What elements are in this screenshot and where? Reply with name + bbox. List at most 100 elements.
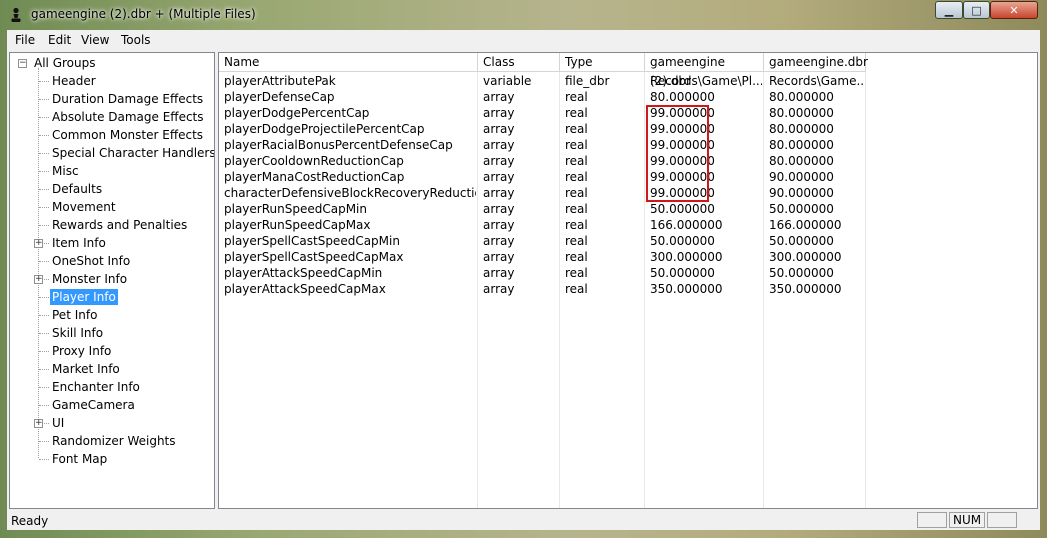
expand-icon[interactable]: +: [34, 239, 43, 248]
tree-item[interactable]: Absolute Damage Effects: [50, 109, 206, 125]
table-cell[interactable]: 166.000000: [650, 217, 762, 233]
table-cell[interactable]: playerSpellCastSpeedCapMax: [224, 249, 476, 265]
table-cell[interactable]: real: [565, 233, 643, 249]
maximize-button[interactable]: □: [963, 1, 990, 19]
expand-icon[interactable]: +: [34, 275, 43, 284]
record-table[interactable]: Name Class Type gameengine (2).dbr gameengin…: [218, 52, 1038, 509]
tree-item[interactable]: Duration Damage Effects: [50, 91, 205, 107]
table-cell[interactable]: 90.000000: [769, 169, 864, 185]
table-cell[interactable]: array: [483, 105, 558, 121]
tree-item[interactable]: Player Info: [50, 289, 118, 305]
table-cell[interactable]: playerCooldownReductionCap: [224, 153, 476, 169]
table-cell[interactable]: variable: [483, 73, 558, 89]
table-cell[interactable]: real: [565, 121, 643, 137]
tree-item[interactable]: Misc: [50, 163, 81, 179]
tree-item[interactable]: Skill Info: [50, 325, 105, 341]
tree-item[interactable]: OneShot Info: [50, 253, 132, 269]
table-cell[interactable]: array: [483, 265, 558, 281]
table-cell[interactable]: array: [483, 233, 558, 249]
table-cell[interactable]: playerDodgeProjectilePercentCap: [224, 121, 476, 137]
table-cell[interactable]: array: [483, 89, 558, 105]
table-cell[interactable]: array: [483, 185, 558, 201]
tree-item[interactable]: Item Info: [50, 235, 108, 251]
table-cell[interactable]: playerAttackSpeedCapMin: [224, 265, 476, 281]
tree-item[interactable]: Movement: [50, 199, 118, 215]
expand-icon[interactable]: +: [34, 419, 43, 428]
table-cell[interactable]: 350.000000: [769, 281, 864, 297]
menu-tools[interactable]: Tools: [121, 33, 151, 47]
table-cell[interactable]: 50.000000: [769, 265, 864, 281]
column-header[interactable]: gameengine (2).dbr: [645, 53, 764, 88]
table-cell[interactable]: real: [565, 217, 643, 233]
table-cell[interactable]: real: [565, 201, 643, 217]
table-cell[interactable]: 80.000000: [650, 89, 762, 105]
tree-item[interactable]: Special Character Handlers: [50, 145, 214, 161]
table-cell[interactable]: Records\Game\Pl...: [650, 73, 762, 89]
tree-item[interactable]: UI: [50, 415, 66, 431]
table-cell[interactable]: 350.000000: [650, 281, 762, 297]
table-cell[interactable]: characterDefensiveBlockRecoveryReduction…: [224, 185, 476, 201]
table-cell[interactable]: 50.000000: [769, 233, 864, 249]
minimize-button[interactable]: ▁: [935, 1, 963, 19]
table-cell[interactable]: real: [565, 265, 643, 281]
table-cell[interactable]: real: [565, 185, 643, 201]
table-cell[interactable]: 50.000000: [650, 265, 762, 281]
table-cell[interactable]: real: [565, 169, 643, 185]
column-header[interactable]: gameengine.dbr: [764, 53, 868, 72]
tree-item[interactable]: Market Info: [50, 361, 122, 377]
column-header[interactable]: Name: [219, 53, 478, 72]
table-cell[interactable]: 166.000000: [769, 217, 864, 233]
table-cell[interactable]: array: [483, 153, 558, 169]
menu-edit[interactable]: Edit: [48, 33, 71, 47]
table-cell[interactable]: playerRunSpeedCapMin: [224, 201, 476, 217]
tree-item[interactable]: Proxy Info: [50, 343, 113, 359]
table-cell[interactable]: 50.000000: [650, 201, 762, 217]
table-cell[interactable]: playerAttributePak: [224, 73, 476, 89]
tree-root[interactable]: All Groups: [32, 55, 97, 71]
table-cell[interactable]: Records\Game...: [769, 73, 864, 89]
tree-item[interactable]: Monster Info: [50, 271, 129, 287]
table-cell[interactable]: 50.000000: [650, 233, 762, 249]
table-cell[interactable]: playerDefenseCap: [224, 89, 476, 105]
tree-item[interactable]: Pet Info: [50, 307, 99, 323]
table-cell[interactable]: array: [483, 249, 558, 265]
tree-item[interactable]: Defaults: [50, 181, 104, 197]
table-cell[interactable]: array: [483, 217, 558, 233]
table-cell[interactable]: array: [483, 137, 558, 153]
table-cell[interactable]: playerRunSpeedCapMax: [224, 217, 476, 233]
table-cell[interactable]: playerRacialBonusPercentDefenseCap: [224, 137, 476, 153]
table-cell[interactable]: real: [565, 105, 643, 121]
table-cell[interactable]: 80.000000: [769, 105, 864, 121]
group-tree[interactable]: All Groups − Header Duration Damage Effects…: [9, 52, 215, 509]
table-cell[interactable]: array: [483, 281, 558, 297]
tree-item[interactable]: Rewards and Penalties: [50, 217, 189, 233]
table-cell[interactable]: playerAttackSpeedCapMax: [224, 281, 476, 297]
tree-item[interactable]: Common Monster Effects: [50, 127, 205, 143]
tree-item[interactable]: Enchanter Info: [50, 379, 142, 395]
table-cell[interactable]: 90.000000: [769, 185, 864, 201]
table-cell[interactable]: real: [565, 249, 643, 265]
table-cell[interactable]: 80.000000: [769, 153, 864, 169]
table-cell[interactable]: file_dbr: [565, 73, 643, 89]
table-cell[interactable]: array: [483, 169, 558, 185]
table-cell[interactable]: real: [565, 89, 643, 105]
table-cell[interactable]: array: [483, 121, 558, 137]
table-cell[interactable]: 300.000000: [769, 249, 864, 265]
table-cell[interactable]: 50.000000: [769, 201, 864, 217]
table-cell[interactable]: array: [483, 201, 558, 217]
tree-item[interactable]: Font Map: [50, 451, 109, 467]
tree-item[interactable]: GameCamera: [50, 397, 137, 413]
column-header[interactable]: Type: [560, 53, 645, 72]
table-cell[interactable]: real: [565, 137, 643, 153]
tree-item[interactable]: Randomizer Weights: [50, 433, 178, 449]
table-cell[interactable]: real: [565, 153, 643, 169]
table-cell[interactable]: 80.000000: [769, 121, 864, 137]
table-cell[interactable]: playerSpellCastSpeedCapMin: [224, 233, 476, 249]
table-cell[interactable]: playerManaCostReductionCap: [224, 169, 476, 185]
title-bar[interactable]: gameengine (2).dbr + (Multiple Files) ▁ …: [0, 0, 1047, 30]
table-cell[interactable]: playerDodgePercentCap: [224, 105, 476, 121]
close-button[interactable]: ✕: [990, 1, 1038, 19]
tree-item[interactable]: Header: [50, 73, 98, 89]
table-cell[interactable]: 80.000000: [769, 137, 864, 153]
column-header[interactable]: Class: [478, 53, 560, 72]
